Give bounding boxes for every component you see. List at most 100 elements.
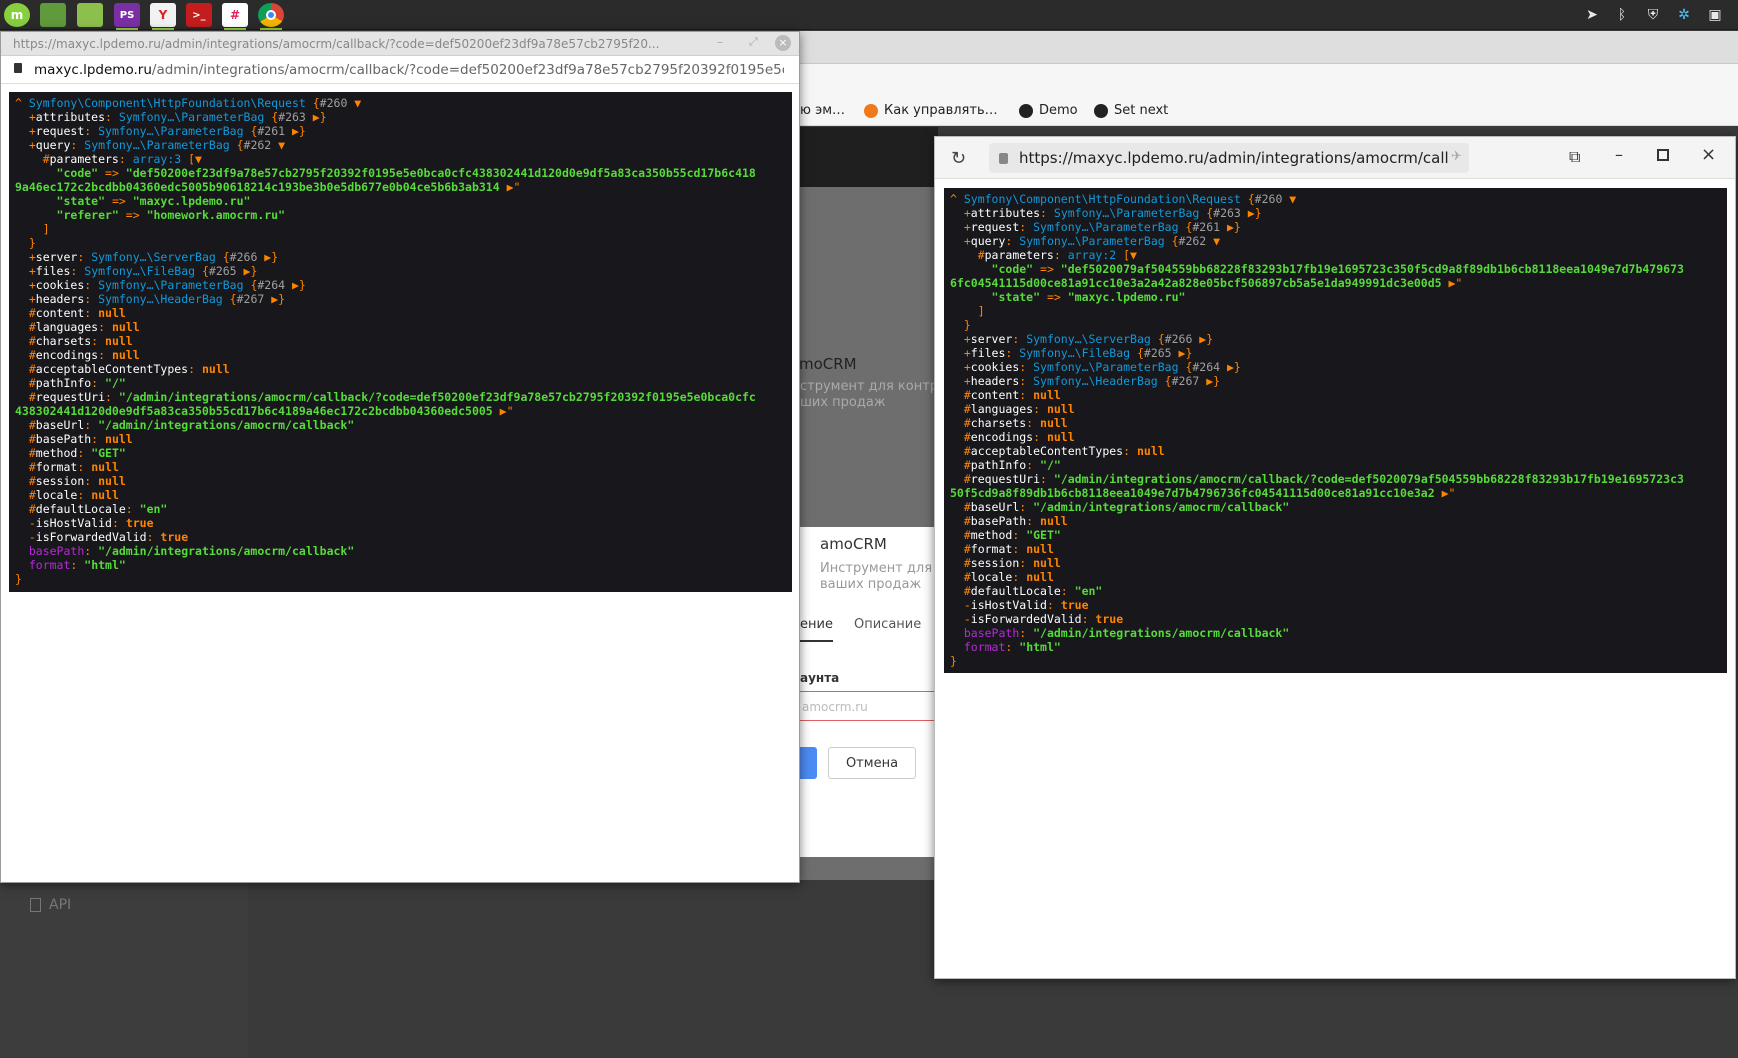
dump-line: #locale: null [950,570,1727,584]
dump-line: "code" => "def50200ef23df9a78e57cb2795f2… [15,166,792,180]
bluetooth-icon[interactable]: ᛒ [1612,5,1632,25]
bookmark-item[interactable]: Demo [1019,103,1078,118]
dump-token[interactable]: ▶" [1435,486,1456,500]
left-popup-window: https://maxyc.lpdemo.ru/admin/integratio… [0,31,800,883]
dump-token: { [264,110,279,124]
close-icon[interactable]: × [775,35,791,51]
amocrm-subtitle: Инструмент для кс ваших продаж [820,561,951,592]
dump-token: # [15,474,36,488]
dump-token[interactable]: [▼ [1116,248,1137,262]
dump-token[interactable]: ▼ [347,96,361,110]
dump-token[interactable]: [▼ [181,152,202,166]
send-icon[interactable]: ➤ [1582,5,1602,25]
dump-token: session [970,556,1020,570]
dump-token: array:3 [132,152,182,166]
mint-menu-icon[interactable]: m [4,3,30,27]
left-popup-titlebar[interactable]: https://maxyc.lpdemo.ru/admin/integratio… [1,32,799,56]
bookmark-icon[interactable]: ⧉ [1569,147,1580,167]
dump-token[interactable]: ▶" [493,404,514,418]
dump-token: => [1040,290,1068,304]
dump-token: + [15,124,36,138]
bookmark-item[interactable]: ю эм… [800,103,845,118]
dump-token[interactable]: ▶} [237,264,258,278]
yandex-browser-icon[interactable]: Y [150,3,176,30]
files-icon[interactable] [77,3,103,27]
desktop-icon[interactable] [40,3,66,27]
dump-token: # [950,444,971,458]
dump-token: : [1005,640,1020,654]
dump-token: #264 [257,278,286,292]
dump-token[interactable]: ▼ [271,138,285,152]
dump-token: #266 [1164,332,1193,346]
dump-token [950,262,992,276]
dump-line: "state" => "maxyc.lpdemo.ru" [15,194,792,208]
dump-token[interactable]: ▶" [1442,276,1463,290]
dump-token: isHostValid [970,598,1047,612]
shield-icon[interactable]: ⛨ [1643,5,1663,25]
install-button[interactable] [800,747,817,779]
dump-token[interactable]: ▶} [285,278,306,292]
close-icon[interactable]: × [1701,144,1716,165]
dump-token: : [125,502,140,516]
dump-token[interactable]: ▶} [306,110,327,124]
minimize-icon[interactable]: – [1615,145,1623,164]
dump-token: : [84,292,99,306]
dump-line: } [950,318,1727,332]
left-popup-url-bar[interactable]: maxyc.lpdemo.ru/admin/integrations/amocr… [1,56,799,84]
dump-line: +query: Symfony…\ParameterBag {#262 ▼ [15,138,792,152]
phpstorm-icon[interactable]: PS [114,3,140,30]
pin-icon[interactable]: ✈ [1451,149,1462,164]
dump-token[interactable]: ▶" [500,180,521,194]
dump-line: basePath: "/admin/integrations/amocrm/ca… [15,544,792,558]
tab-connection[interactable]: ение [800,617,833,642]
cancel-button[interactable]: Отмена [828,747,916,779]
maximize-icon[interactable] [1657,149,1669,161]
bookmark-item[interactable]: Как управлять… [864,103,998,118]
bookmark-item[interactable]: Set next [1094,103,1168,118]
reload-icon[interactable]: ↻ [951,148,966,169]
chrome-icon[interactable] [258,3,284,30]
tab-description[interactable]: Описание [854,617,921,632]
dump-token: "GET" [91,446,126,460]
dump-line: +cookies: Symfony…\ParameterBag {#264 ▶} [950,360,1727,374]
dump-token: : [84,474,99,488]
sidebar-item-api[interactable]: API [30,897,71,913]
dump-token[interactable]: ▶} [285,124,306,138]
dump-token[interactable]: ▼ [1282,192,1296,206]
dump-token: baseUrl [970,500,1020,514]
right-popup-url-bar[interactable]: https://maxyc.lpdemo.ru/admin/integratio… [989,143,1469,173]
dump-token: : [1019,556,1034,570]
dump-line: +attributes: Symfony…\ParameterBag {#263… [15,110,792,124]
dump-token[interactable]: ▶} [1199,374,1220,388]
maximize-icon[interactable]: ⤢ [749,35,758,49]
dump-token: request [35,124,85,138]
network-icon[interactable]: ✲ [1674,5,1694,25]
dump-token: "state" [56,194,106,208]
dump-token: pathInfo [970,458,1027,472]
dump-token[interactable]: ▼ [1206,234,1220,248]
dump-token: requestUri [970,472,1041,486]
dump-token[interactable]: ▶} [1192,332,1213,346]
dump-token[interactable]: ▶} [264,292,285,306]
dump-token: 50f5cd9a8f89db1b6cb8118eea1049e7d7b47967… [950,486,1435,500]
dump-token: null [98,474,126,488]
dump-token: null [91,460,119,474]
dump-line: +server: Symfony…\ServerBag {#266 ▶} [950,332,1727,346]
dump-token[interactable]: ▶} [1241,206,1262,220]
dump-token[interactable]: ▶} [1220,360,1241,374]
dump-token: "en" [1074,584,1103,598]
dump-token[interactable]: ▶} [1220,220,1241,234]
dump-token[interactable]: ▶} [257,250,278,264]
account-field-input[interactable]: amocrm.ru [800,691,938,721]
clipboard-icon[interactable]: ▣ [1705,5,1725,25]
dump-token[interactable]: ▶} [1172,346,1193,360]
minimize-icon[interactable]: – [717,35,723,49]
slack-icon[interactable]: # [222,3,248,30]
terminal-icon[interactable]: >_ [186,3,212,27]
dump-token: session [35,474,85,488]
dump-token: 6fc04541115d00ce81a91cc10e3a2a42a828e05b… [950,276,1442,290]
dump-token [15,558,29,572]
dump-token: { [215,250,230,264]
dump-token: : [1040,472,1054,486]
dump-token: # [950,388,971,402]
